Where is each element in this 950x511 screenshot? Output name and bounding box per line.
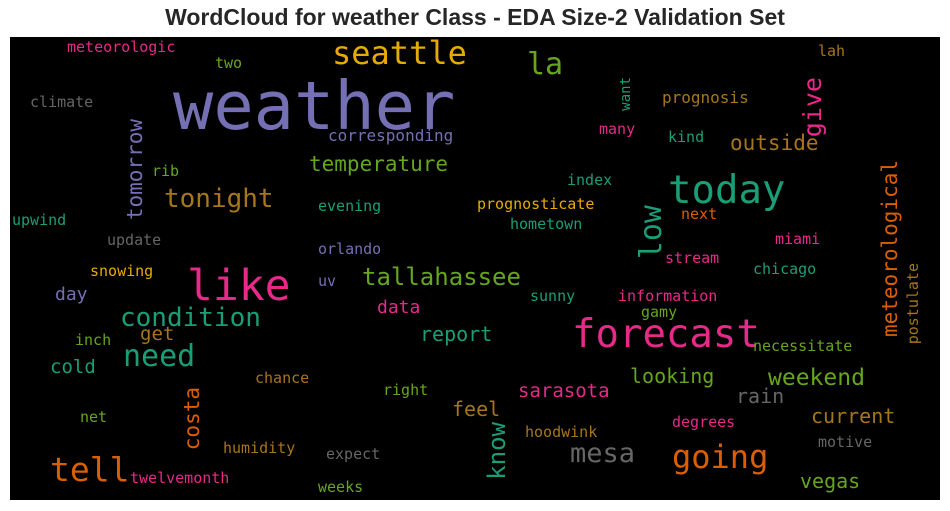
word-corresponding: corresponding xyxy=(328,126,454,145)
word-necessitate: necessitate xyxy=(753,337,853,355)
word-humidity: humidity xyxy=(223,439,296,457)
word-rib: rib xyxy=(152,162,180,180)
word-cold: cold xyxy=(50,356,96,378)
word-snowing: snowing xyxy=(90,262,154,280)
word-update: update xyxy=(107,231,162,249)
word-orlando: orlando xyxy=(318,240,382,258)
word-current: current xyxy=(811,404,896,428)
word-la: la xyxy=(527,47,564,82)
word-data: data xyxy=(377,297,421,318)
word-vegas: vegas xyxy=(800,469,861,493)
word-twelvemonth: twelvemonth xyxy=(130,469,230,487)
word-get: get xyxy=(140,323,175,345)
word-chance: chance xyxy=(255,369,310,387)
word-climate: climate xyxy=(30,93,94,111)
word-outside: outside xyxy=(730,131,819,155)
word-prognosticate: prognosticate xyxy=(477,195,595,213)
word-gamy: gamy xyxy=(641,303,678,321)
word-looking: looking xyxy=(630,364,715,388)
word-day: day xyxy=(55,284,88,305)
word-expect: expect xyxy=(326,445,381,463)
word-tonight: tonight xyxy=(164,184,274,214)
chart-title: WordCloud for weather Class - EDA Size-2… xyxy=(165,4,785,30)
word-seattle: seattle xyxy=(332,37,467,72)
word-next: next xyxy=(681,205,718,223)
word-like: like xyxy=(187,261,291,311)
word-kind: kind xyxy=(668,128,705,146)
word-temperature: temperature xyxy=(309,152,449,176)
word-going: going xyxy=(672,438,769,476)
word-tell: tell xyxy=(50,450,130,489)
word-mesa: mesa xyxy=(570,438,636,469)
word-inch: inch xyxy=(75,331,112,349)
word-tallahassee: tallahassee xyxy=(362,263,521,291)
word-many: many xyxy=(599,120,636,138)
word-tomorrow: tomorrow xyxy=(123,119,147,221)
word-sunny: sunny xyxy=(530,287,576,305)
word-sarasota: sarasota xyxy=(518,380,610,402)
word-need: need xyxy=(123,339,196,374)
word-prognosis: prognosis xyxy=(662,88,749,107)
word-index: index xyxy=(567,171,613,189)
word-uv: uv xyxy=(318,272,337,290)
word-costa: costa xyxy=(180,387,204,451)
word-give: give xyxy=(798,77,827,138)
word-hometown: hometown xyxy=(510,215,583,233)
word-feel: feel xyxy=(452,397,501,421)
word-know: know xyxy=(483,422,511,480)
word-cloud: weather like forecast today seattle tell going… xyxy=(10,37,940,500)
word-postulate: postulate xyxy=(904,263,922,345)
word-lah: lah xyxy=(818,42,846,60)
word-meteorologic: meteorologic xyxy=(67,38,176,56)
word-miami: miami xyxy=(775,230,821,248)
word-rain: rain xyxy=(736,384,785,408)
word-report: report xyxy=(420,322,493,346)
word-net: net xyxy=(80,408,108,426)
word-meteorological: meteorological xyxy=(878,160,902,338)
word-two: two xyxy=(215,54,243,72)
word-right: right xyxy=(383,381,429,399)
word-motive: motive xyxy=(818,433,873,451)
word-upwind: upwind xyxy=(12,211,67,229)
word-hoodwink: hoodwink xyxy=(525,423,598,441)
word-degrees: degrees xyxy=(672,413,736,431)
word-stream: stream xyxy=(665,249,720,267)
word-chicago: chicago xyxy=(753,260,817,278)
word-weeks: weeks xyxy=(318,478,364,496)
word-information: information xyxy=(618,287,718,305)
word-low: low xyxy=(634,205,669,260)
word-want: want xyxy=(618,77,634,111)
word-evening: evening xyxy=(318,197,382,215)
